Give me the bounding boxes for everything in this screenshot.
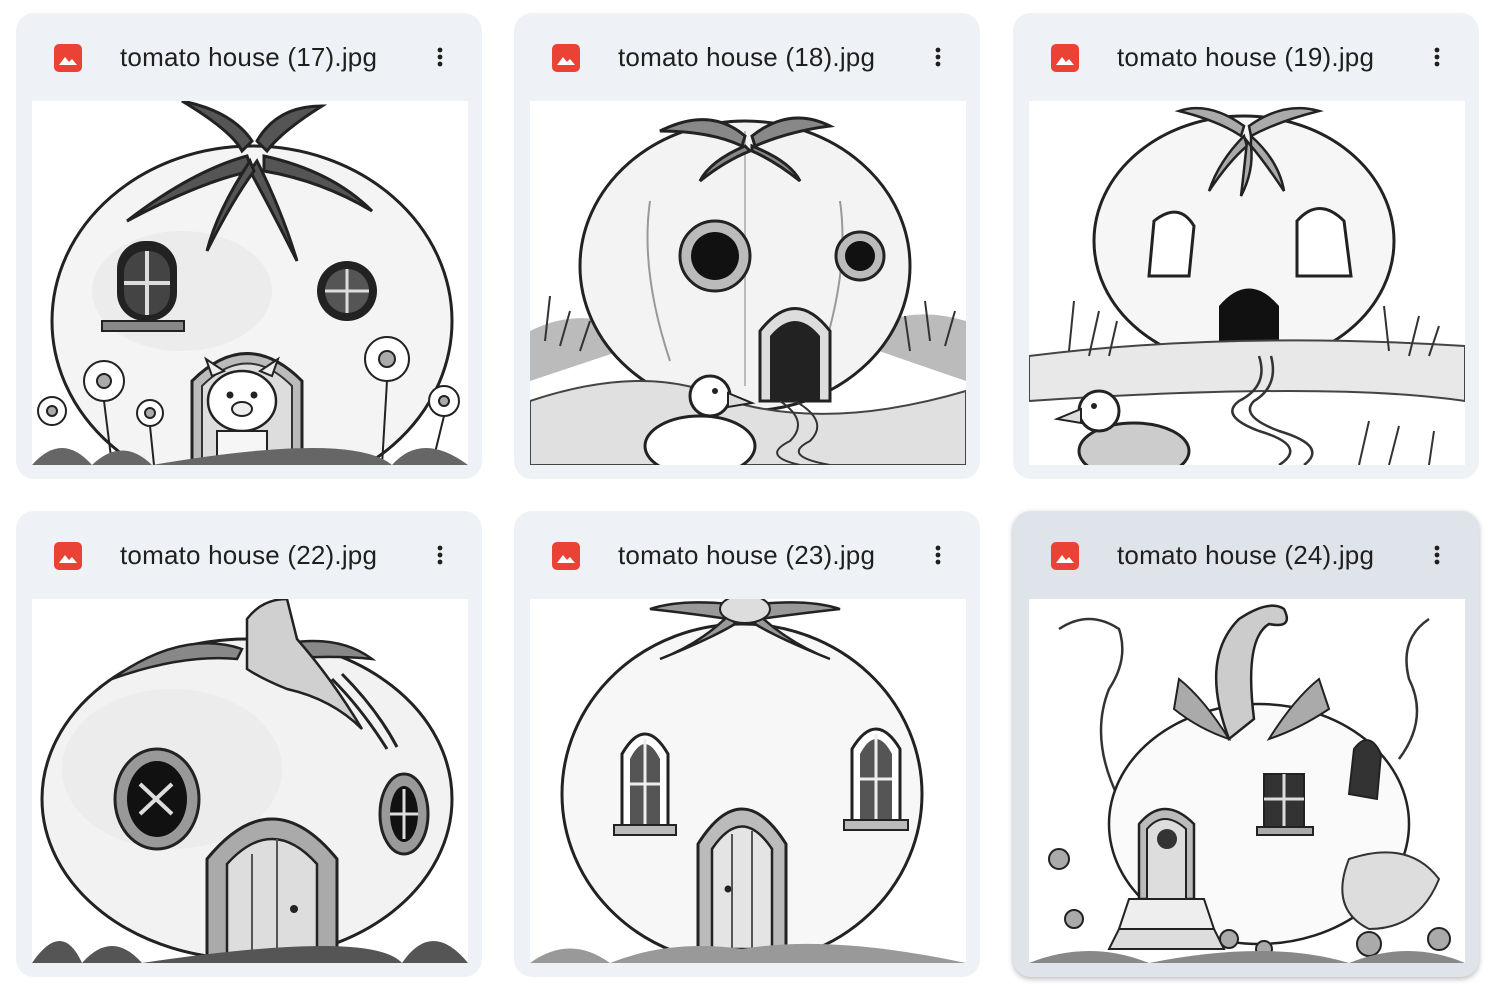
- file-card-selected[interactable]: tomato house (24).jpg: [1013, 511, 1479, 977]
- file-name: tomato house (23).jpg: [618, 540, 876, 570]
- file-name: tomato house (19).jpg: [1117, 42, 1375, 72]
- file-card[interactable]: tomato house (17).jpg: [16, 13, 482, 479]
- image-thumbnail[interactable]: [32, 599, 468, 963]
- file-card-header: tomato house (22).jpg: [16, 511, 482, 599]
- file-card[interactable]: tomato house (23).jpg: [514, 511, 980, 977]
- more-vert-icon: [1434, 545, 1440, 565]
- file-card-header: tomato house (19).jpg: [1013, 13, 1479, 101]
- image-file-icon: [54, 542, 82, 570]
- more-options-button[interactable]: [420, 37, 460, 77]
- more-options-button[interactable]: [1417, 37, 1457, 77]
- more-vert-icon: [437, 545, 443, 565]
- image-thumbnail[interactable]: [1029, 101, 1465, 465]
- file-card[interactable]: tomato house (19).jpg: [1013, 13, 1479, 479]
- image-file-icon: [1051, 542, 1079, 570]
- image-file-icon: [552, 542, 580, 570]
- more-vert-icon: [437, 47, 443, 67]
- more-options-button[interactable]: [918, 37, 958, 77]
- file-card-header: tomato house (23).jpg: [514, 511, 980, 599]
- file-card[interactable]: tomato house (22).jpg: [16, 511, 482, 977]
- more-options-button[interactable]: [420, 535, 460, 575]
- image-file-icon: [552, 44, 580, 72]
- file-card[interactable]: tomato house (18).jpg: [514, 13, 980, 479]
- file-grid: tomato house (17).jpg tomato house (18).…: [0, 0, 1500, 995]
- image-thumbnail[interactable]: [32, 101, 468, 465]
- more-vert-icon: [935, 545, 941, 565]
- file-card-header: tomato house (24).jpg: [1013, 511, 1479, 599]
- file-card-header: tomato house (18).jpg: [514, 13, 980, 101]
- image-file-icon: [54, 44, 82, 72]
- file-name: tomato house (18).jpg: [618, 42, 876, 72]
- more-vert-icon: [1434, 47, 1440, 67]
- file-name: tomato house (22).jpg: [120, 540, 378, 570]
- file-name: tomato house (17).jpg: [120, 42, 378, 72]
- image-thumbnail[interactable]: [530, 101, 966, 465]
- more-vert-icon: [935, 47, 941, 67]
- image-thumbnail[interactable]: [1029, 599, 1465, 963]
- file-name: tomato house (24).jpg: [1117, 540, 1375, 570]
- more-options-button[interactable]: [1417, 535, 1457, 575]
- more-options-button[interactable]: [918, 535, 958, 575]
- image-file-icon: [1051, 44, 1079, 72]
- file-card-header: tomato house (17).jpg: [16, 13, 482, 101]
- image-thumbnail[interactable]: [530, 599, 966, 963]
